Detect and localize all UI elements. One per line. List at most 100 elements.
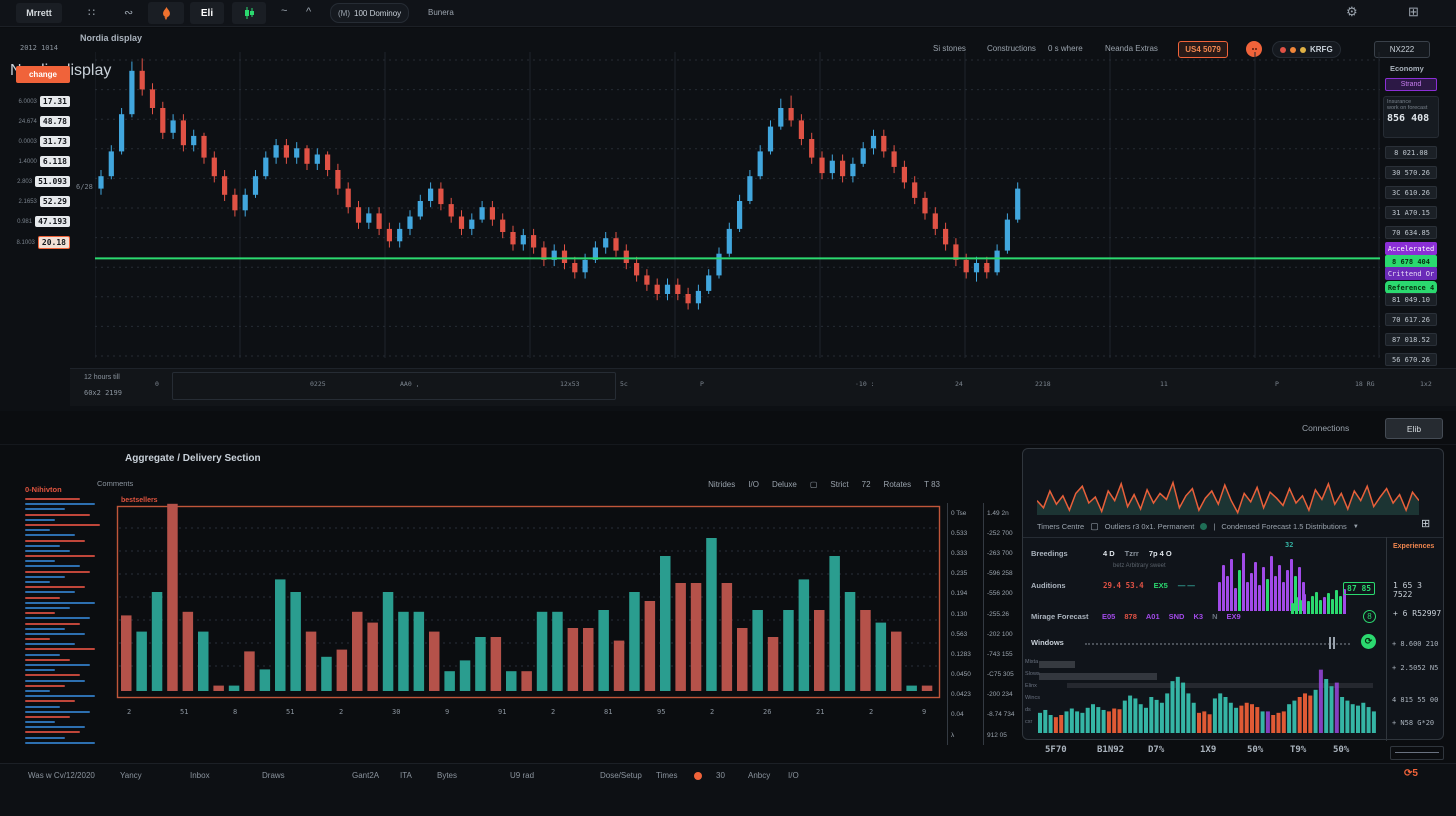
feed-line	[25, 690, 50, 692]
cell: 878	[1124, 612, 1137, 621]
right-rail-row[interactable]: 70 617.26	[1385, 313, 1437, 326]
price-row[interactable]: 0.000331.73	[14, 136, 70, 147]
price-row[interactable]: 8.100320.18	[14, 236, 70, 249]
toolbar-item[interactable]: ▢	[810, 480, 818, 489]
row-label: Auditions	[1031, 581, 1093, 590]
feed-line	[25, 680, 85, 682]
square-icon[interactable]: ▢	[1090, 521, 1099, 532]
corner-refresh-icon[interactable]: ⟳5	[1404, 768, 1418, 779]
toolbar-item[interactable]: Rotates	[884, 480, 912, 489]
toolbar-item[interactable]: Strict	[830, 480, 848, 489]
status-item[interactable]: Dose/Setup	[600, 771, 642, 780]
volume-bar-chart[interactable]	[117, 500, 940, 702]
fire-icon[interactable]: ▼	[148, 2, 184, 24]
right-rail-row[interactable]: 56 670.26	[1385, 353, 1437, 366]
green-minibar-chart	[1291, 584, 1346, 614]
chevron-down-icon[interactable]: ▼	[1353, 524, 1359, 530]
price-row[interactable]: 0.98147.193	[14, 216, 70, 227]
timeframe-pill[interactable]: (M) 100 Dominoy	[330, 3, 409, 23]
right-rail-row[interactable]: 31 A70.15	[1385, 206, 1437, 219]
status-item[interactable]: U9 rad	[510, 771, 534, 780]
toolbar-item[interactable]: 72	[862, 480, 871, 489]
right-rail-row[interactable]: 8 021.08	[1385, 146, 1437, 159]
analytics-panel: Timers Centre ▢ Outliers r3 0x1. Permane…	[1022, 448, 1444, 740]
status-item[interactable]: 30	[716, 771, 725, 780]
mixed-bar-chart[interactable]	[1037, 655, 1377, 733]
status-item[interactable]: Was w Cv/12/2020	[28, 771, 95, 780]
cell: — —	[1178, 581, 1195, 590]
right-rail-row[interactable]: 30 570.26	[1385, 166, 1437, 179]
price-row[interactable]: 6.000317.31	[14, 96, 70, 107]
right-rail-row[interactable]: 70 634.85	[1385, 226, 1437, 239]
status-item[interactable]: Gant2A	[352, 771, 379, 780]
feed-line	[25, 721, 55, 723]
status-item[interactable]: Yancy	[120, 771, 142, 780]
status-item[interactable]: ITA	[400, 771, 412, 780]
feed-line	[25, 659, 70, 661]
right-rail-row[interactable]: 3C 610.26	[1385, 186, 1437, 199]
toolbar-item[interactable]: Nitrides	[708, 480, 735, 489]
axis-value: -596 258	[987, 564, 1017, 584]
time-tick: AA0 ,	[400, 380, 420, 388]
nx-button[interactable]: NX222	[1374, 41, 1430, 58]
axis-range-label: 12 hours till	[84, 374, 120, 381]
price-row[interactable]: 24.67448.78	[14, 116, 70, 127]
change-button[interactable]: change	[16, 66, 70, 83]
candlestick-chart[interactable]	[95, 38, 1380, 358]
toolbar-item[interactable]: Deluxe	[772, 480, 797, 489]
refresh-icon[interactable]: ⟳	[1361, 634, 1376, 649]
right-rail-row[interactable]: Crittend Or	[1385, 267, 1437, 280]
apps-grid-icon[interactable]: ⊞	[1408, 4, 1419, 20]
right-rail-row[interactable]: Accelerated	[1385, 242, 1437, 255]
mixed-left-label: Slows	[1025, 671, 1040, 677]
green-circle-icon[interactable]: 8	[1363, 610, 1376, 623]
strand-badge[interactable]: Strand	[1385, 78, 1437, 91]
price-row[interactable]: 1.40006.118	[14, 156, 70, 167]
trade-feed[interactable]	[25, 498, 109, 747]
panel-grid-icon[interactable]: ⊞	[1421, 517, 1430, 530]
cell: 7p 4 O	[1149, 549, 1172, 558]
slider-handle[interactable]	[1329, 637, 1335, 649]
right-rail-row[interactable]: 81 049.10	[1385, 293, 1437, 306]
status-item[interactable]: Inbox	[190, 771, 210, 780]
connections-link[interactable]: Connections	[1302, 423, 1349, 433]
feed-line	[25, 565, 80, 567]
table-row[interactable]: Breedings 4 D Tzrr 7p 4 O	[1031, 549, 1381, 558]
sparkline-chart[interactable]	[1037, 457, 1419, 515]
toolbar-item[interactable]: I/O	[748, 480, 759, 489]
table-row[interactable]: Auditions 29.4 53.4 EX5 — —	[1031, 581, 1281, 590]
stat-value: T9%	[1290, 745, 1306, 755]
status-item[interactable]: Draws	[262, 771, 285, 780]
wave-tool-icon[interactable]: ~	[281, 5, 287, 17]
status-item[interactable]: Bytes	[437, 771, 457, 780]
price-row[interactable]: 2.80351.093	[14, 176, 70, 187]
top-toolbar: Mrrett ∷ ∾ ▼ Eli ~ ^ (M) 100 Dominoy Bun…	[0, 0, 1456, 27]
feed-line	[25, 643, 75, 645]
slider-track[interactable]	[1085, 643, 1350, 645]
app-logo[interactable]: Mrrett	[16, 3, 62, 23]
price-row-value: 51.093	[35, 176, 70, 187]
status-item[interactable]: I/O	[788, 771, 799, 780]
table-row[interactable]: Mirage Forecast E05 878 A01 SND K3 N EX9	[1031, 612, 1381, 621]
candles-icon[interactable]	[232, 2, 266, 24]
feed-line	[25, 726, 85, 728]
symbol-badge[interactable]: Eli	[190, 2, 224, 24]
price-row[interactable]: 2.165352.29	[14, 196, 70, 207]
edit-button[interactable]: Elib	[1385, 418, 1443, 439]
volume-x-label: 2	[551, 708, 555, 716]
feed-line	[25, 711, 90, 713]
axis-value: 0.533	[951, 523, 981, 543]
filter-icon[interactable]: ∾	[124, 6, 133, 19]
economy-header: Economy	[1390, 64, 1424, 73]
axis-selection-box[interactable]	[172, 372, 616, 400]
minibar	[1327, 593, 1330, 614]
caret-tool-icon[interactable]: ^	[306, 6, 311, 18]
toolbar-item[interactable]: T 83	[924, 480, 940, 489]
gear-icon[interactable]: ⚙	[1346, 4, 1358, 20]
minibar	[1335, 590, 1338, 614]
right-rail-row[interactable]: 87 018.52	[1385, 333, 1437, 346]
price-row-label: 0.981	[17, 219, 32, 225]
grid-dots-icon[interactable]: ∷	[88, 6, 95, 19]
status-item[interactable]: Anbcy	[748, 771, 770, 780]
status-item[interactable]: Times	[656, 771, 677, 780]
